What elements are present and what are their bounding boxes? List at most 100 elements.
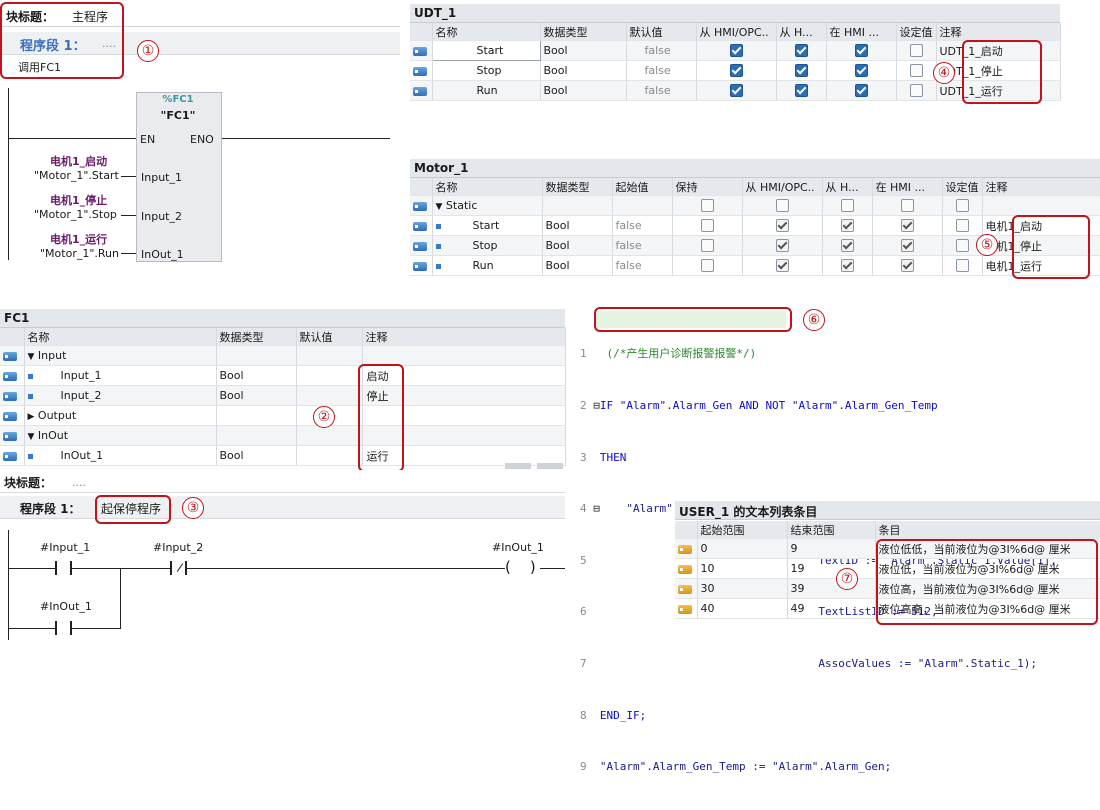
- checkbox[interactable]: [794, 64, 808, 78]
- cell-comment[interactable]: [362, 345, 566, 366]
- cell-type[interactable]: [216, 405, 297, 426]
- checkbox[interactable]: [854, 64, 868, 78]
- param-tag-2[interactable]: "Motor_1".Stop: [34, 208, 117, 221]
- checkbox[interactable]: [854, 44, 868, 58]
- checkbox[interactable]: [955, 219, 969, 233]
- col-from[interactable]: 起始范围: [697, 521, 788, 539]
- param-tag-1[interactable]: "Motor_1".Start: [34, 169, 119, 182]
- col-setpoint[interactable]: 设定值: [896, 23, 937, 41]
- checkbox[interactable]: [900, 219, 914, 233]
- col-hmi-write[interactable]: 从 H...: [776, 23, 827, 41]
- col-default[interactable]: 默认值: [626, 23, 697, 41]
- checkbox[interactable]: [794, 84, 808, 98]
- cell-from[interactable]: 40: [697, 598, 788, 619]
- checkbox[interactable]: [775, 199, 789, 213]
- cell-to[interactable]: 9: [787, 538, 876, 559]
- cell-name[interactable]: Run: [432, 80, 541, 101]
- col-name[interactable]: 名称: [432, 23, 541, 41]
- cell-type[interactable]: Bool: [542, 215, 613, 236]
- table-row[interactable]: ▼ Static: [410, 195, 1100, 216]
- cell-name[interactable]: Stop: [441, 239, 498, 252]
- cell-type[interactable]: Bool: [540, 80, 627, 101]
- cell-start-value[interactable]: false: [612, 235, 673, 256]
- checkbox[interactable]: [840, 219, 854, 233]
- col-default[interactable]: 默认值: [296, 328, 363, 346]
- list-picker-icon[interactable]: [626, 45, 627, 57]
- checkbox[interactable]: [840, 239, 854, 253]
- col-hmi-visible[interactable]: 在 HMI ...: [826, 23, 897, 41]
- checkbox[interactable]: [700, 239, 714, 253]
- cell-type[interactable]: [216, 345, 297, 366]
- checkbox[interactable]: [775, 219, 789, 233]
- cell-name[interactable]: Stop: [432, 60, 541, 81]
- expand-icon[interactable]: ▼: [436, 202, 443, 212]
- col-comment[interactable]: 注释: [936, 23, 1061, 41]
- col-hmi-write[interactable]: 从 H...: [822, 178, 873, 196]
- checkbox[interactable]: [854, 84, 868, 98]
- checkbox[interactable]: [700, 259, 714, 273]
- contact-input1[interactable]: [55, 561, 57, 575]
- table-row[interactable]: InOut_1 Bool 运行: [0, 445, 566, 466]
- checkbox[interactable]: [775, 239, 789, 253]
- col-type[interactable]: 数据类型: [540, 23, 627, 41]
- coil-inout1[interactable]: ( ): [505, 558, 536, 576]
- cell-from[interactable]: 10: [697, 558, 788, 579]
- col-setpoint[interactable]: 设定值: [942, 178, 983, 196]
- col-hmi-visible[interactable]: 在 HMI ...: [872, 178, 943, 196]
- checkbox[interactable]: [840, 259, 854, 273]
- expand-icon[interactable]: ▼: [28, 352, 35, 362]
- checkbox[interactable]: [909, 44, 923, 58]
- block-title-value[interactable]: ....: [72, 476, 86, 489]
- checkbox[interactable]: [900, 259, 914, 273]
- cell-name[interactable]: Run: [441, 259, 494, 272]
- contact-inout1[interactable]: [55, 621, 57, 635]
- checkbox[interactable]: [700, 199, 714, 213]
- cell-type[interactable]: Bool: [216, 385, 297, 406]
- scroll-arrow-down[interactable]: [537, 463, 563, 469]
- cell-type[interactable]: Bool: [216, 365, 297, 386]
- cell-name[interactable]: Input_1: [33, 369, 102, 382]
- cell-name[interactable]: Output: [38, 409, 76, 422]
- cell-name[interactable]: Start: [431, 40, 541, 61]
- checkbox[interactable]: [955, 199, 969, 213]
- checkbox[interactable]: [729, 44, 743, 58]
- cell-to[interactable]: 39: [787, 578, 876, 599]
- cell-from[interactable]: 0: [697, 538, 788, 559]
- contact-input2-nc[interactable]: [170, 561, 172, 575]
- cell-name[interactable]: Start: [441, 219, 500, 232]
- checkbox[interactable]: [900, 239, 914, 253]
- table-row[interactable]: Run Bool false 电机1_运行: [410, 255, 1100, 276]
- cell-type[interactable]: Bool: [542, 255, 613, 276]
- checkbox[interactable]: [729, 64, 743, 78]
- col-to[interactable]: 结束范围: [787, 521, 876, 539]
- col-hmi-access[interactable]: 从 HMI/OPC..: [696, 23, 777, 41]
- checkbox[interactable]: [729, 84, 743, 98]
- table-row[interactable]: Input_1 Bool 启动: [0, 365, 566, 386]
- cell-name[interactable]: Input_2: [33, 389, 102, 402]
- cell-default[interactable]: false: [626, 60, 697, 81]
- col-comment[interactable]: 注释: [362, 328, 566, 346]
- cell-type[interactable]: Bool: [540, 40, 627, 61]
- code-line[interactable]: 2 ⊟IF "Alarm".Alarm_Gen AND NOT "Alarm".…: [580, 397, 1057, 414]
- col-type[interactable]: 数据类型: [542, 178, 613, 196]
- table-row[interactable]: ▶ Output: [0, 405, 566, 426]
- cell-type[interactable]: Bool: [540, 60, 627, 81]
- checkbox[interactable]: [775, 259, 789, 273]
- code-line[interactable]: 9 "Alarm".Alarm_Gen_Temp := "Alarm".Alar…: [580, 758, 1057, 775]
- col-retain[interactable]: 保持: [672, 178, 743, 196]
- checkbox[interactable]: [700, 219, 714, 233]
- cell-to[interactable]: 19: [787, 558, 876, 579]
- col-name[interactable]: 名称: [24, 328, 217, 346]
- checkbox[interactable]: [900, 199, 914, 213]
- checkbox[interactable]: [840, 199, 854, 213]
- cell-type[interactable]: Bool: [216, 445, 297, 466]
- code-line[interactable]: 8 END_IF;: [580, 707, 1057, 724]
- cell-default[interactable]: false: [626, 40, 697, 61]
- expand-icon[interactable]: ▼: [28, 432, 35, 442]
- code-line[interactable]: 7 AssocValues := "Alarm".Static_1);: [580, 655, 1057, 672]
- checkbox[interactable]: [909, 64, 923, 78]
- table-row[interactable]: Start Bool false 电机1_启动: [410, 215, 1100, 236]
- cell-from[interactable]: 30: [697, 578, 788, 599]
- cell-name[interactable]: InOut_1: [33, 449, 104, 462]
- scroll-arrow-up[interactable]: [505, 463, 531, 469]
